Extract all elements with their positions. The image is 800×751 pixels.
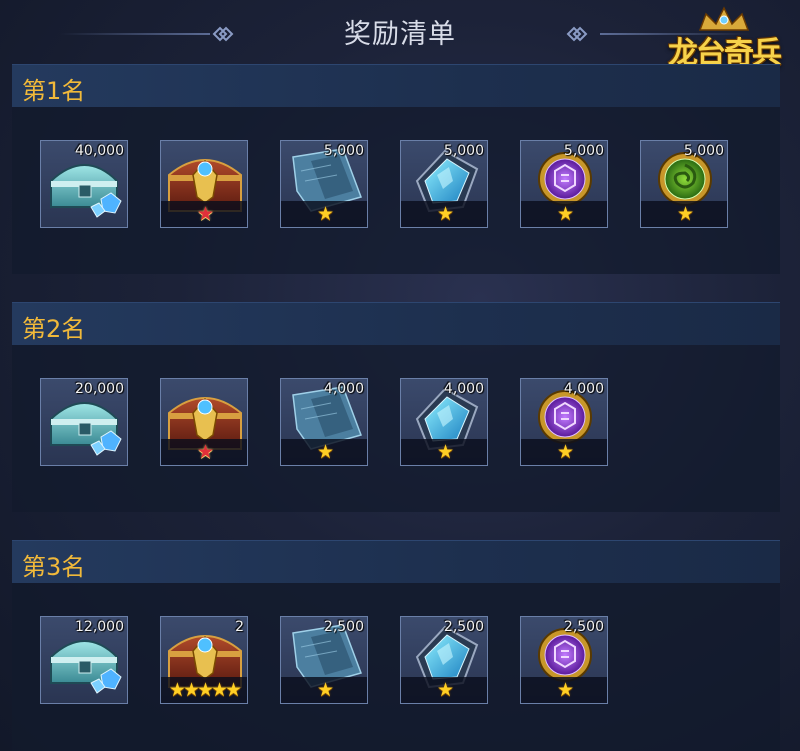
rank-1-section: 第1名 40,000 ★ 5,000 ★ 5,000 ★ 5,000 ★ 5,0… — [12, 64, 780, 274]
item-quantity: 5,000 — [683, 143, 724, 159]
star-rating: ★ — [556, 441, 574, 463]
reward-item-purple-medal[interactable]: 5,000 ★ — [520, 140, 608, 228]
star-rating: ★ — [316, 203, 334, 225]
reward-item-crystal[interactable]: 4,000 ★ — [400, 378, 488, 466]
reward-item-crystal[interactable]: 2,500 ★ — [400, 616, 488, 704]
item-quantity: 5,000 — [323, 143, 364, 159]
star-rating: ★ — [556, 679, 574, 701]
reward-item-silver-chest[interactable]: 40,000 — [40, 140, 128, 228]
rank-1-title: 第1名 — [22, 77, 86, 105]
star-rating: ★★★★★ — [168, 679, 242, 701]
rank-2-header: 第2名 — [12, 302, 780, 345]
reward-item-crystal[interactable]: 5,000 ★ — [400, 140, 488, 228]
item-quantity: 2,500 — [563, 619, 604, 635]
top-bar: 奖励清单 龙台奇兵 — [0, 0, 800, 71]
game-logo: 龙台奇兵 — [660, 6, 788, 71]
reward-item-red-chest[interactable]: 2 ★★★★★ — [160, 616, 248, 704]
item-quantity: 40,000 — [75, 143, 124, 159]
item-quantity: 2,500 — [323, 619, 364, 635]
rank-2-title: 第2名 — [22, 315, 86, 343]
star-rating: ★ — [436, 679, 454, 701]
item-quantity: 4,000 — [563, 381, 604, 397]
item-quantity: 12,000 — [75, 619, 124, 635]
rank-2-section: 第2名 20,000 ★ 4,000 ★ 4,000 ★ 4,000 ★ — [12, 302, 780, 512]
reward-item-purple-medal[interactable]: 4,000 ★ — [520, 378, 608, 466]
reward-item-red-chest[interactable]: ★ — [160, 378, 248, 466]
star-rating: ★ — [436, 441, 454, 463]
star-rating: ★ — [196, 441, 214, 463]
star-rating: ★ — [676, 203, 694, 225]
reward-item-scroll[interactable]: 2,500 ★ — [280, 616, 368, 704]
item-quantity: 2,500 — [443, 619, 484, 635]
rank-1-header: 第1名 — [12, 64, 780, 107]
star-rating: ★ — [436, 203, 454, 225]
rank-3-title: 第3名 — [22, 553, 86, 581]
knot-ornament-icon — [566, 26, 588, 42]
item-quantity: 20,000 — [75, 381, 124, 397]
star-rating: ★ — [316, 679, 334, 701]
item-quantity: 5,000 — [443, 143, 484, 159]
reward-item-scroll[interactable]: 4,000 ★ — [280, 378, 368, 466]
rank-3-section: 第3名 12,000 2 ★★★★★ 2,500 ★ 2,500 ★ 2,500… — [12, 540, 780, 751]
reward-item-scroll[interactable]: 5,000 ★ — [280, 140, 368, 228]
item-quantity: 4,000 — [443, 381, 484, 397]
reward-item-silver-chest[interactable]: 20,000 — [40, 378, 128, 466]
item-quantity: 4,000 — [323, 381, 364, 397]
item-quantity: 5,000 — [563, 143, 604, 159]
rank-3-header: 第3名 — [12, 540, 780, 583]
reward-item-green-orb[interactable]: 5,000 ★ — [640, 140, 728, 228]
reward-item-red-chest[interactable]: ★ — [160, 140, 248, 228]
star-rating: ★ — [196, 203, 214, 225]
star-rating: ★ — [556, 203, 574, 225]
star-rating: ★ — [316, 441, 334, 463]
reward-item-purple-medal[interactable]: 2,500 ★ — [520, 616, 608, 704]
reward-item-silver-chest[interactable]: 12,000 — [40, 616, 128, 704]
item-quantity: 2 — [235, 619, 244, 635]
